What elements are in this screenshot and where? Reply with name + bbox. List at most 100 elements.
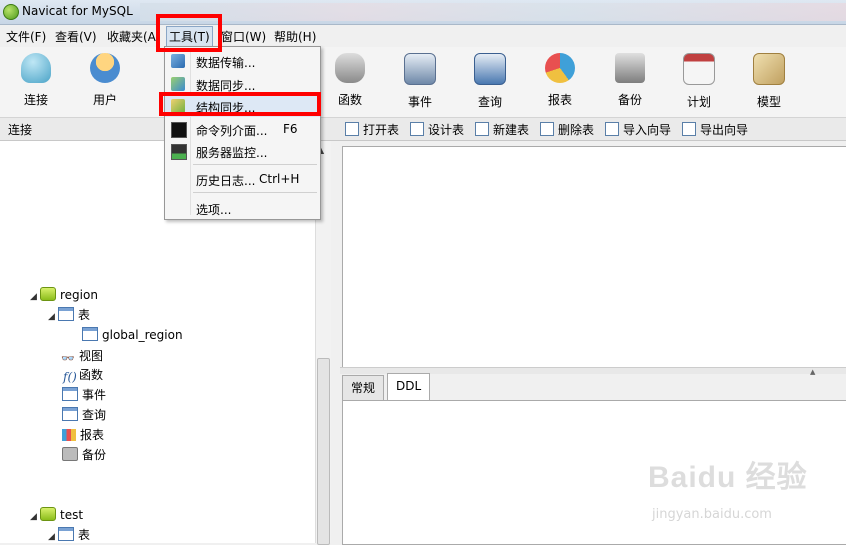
tree-queries-node[interactable]: 查询 xyxy=(62,406,106,423)
design-table-label: 设计表 xyxy=(428,123,465,137)
connection-panel-label: 连接 xyxy=(8,123,33,137)
backup-button[interactable]: 备份 xyxy=(601,53,659,113)
backup-small-icon xyxy=(62,447,78,461)
import-wizard-icon xyxy=(605,122,619,136)
function-label: 函数 xyxy=(337,93,362,107)
event-button[interactable]: 事件 xyxy=(391,53,449,113)
menu-separator xyxy=(193,192,317,193)
menu-window[interactable]: 窗口(W) xyxy=(219,28,268,45)
events-label: 事件 xyxy=(82,388,107,402)
collapse-triangle-icon[interactable]: ◢ xyxy=(30,512,40,522)
tree-table-global-region[interactable]: global_region xyxy=(82,327,183,342)
user-button[interactable]: 用户 xyxy=(76,53,134,113)
connection-label: 连接 xyxy=(23,93,48,107)
menu-item-label: 数据传输... xyxy=(196,56,256,70)
menu-separator xyxy=(193,164,317,165)
new-table-label: 新建表 xyxy=(493,123,530,137)
window-title: Navicat for MySQL xyxy=(22,4,133,18)
model-button[interactable]: 模型 xyxy=(740,53,798,113)
backup-icon xyxy=(615,53,645,83)
design-table-button[interactable]: 设计表 xyxy=(410,121,464,138)
functions-label: 函数 xyxy=(79,368,104,382)
console-icon xyxy=(171,122,187,138)
main-toolbar: 连接 用户 函数 事件 查询 报表 备份 计划 模型 xyxy=(0,47,846,118)
tree-db-region[interactable]: ◢ region xyxy=(30,287,98,302)
model-icon xyxy=(753,53,785,85)
export-wizard-button[interactable]: 导出向导 xyxy=(682,121,748,138)
highlight-structure-sync xyxy=(159,92,321,116)
menu-item-console[interactable]: 命令列介面... F6 xyxy=(165,118,320,140)
reports-label: 报表 xyxy=(80,428,105,442)
menu-item-options[interactable]: 选项... xyxy=(165,197,320,219)
schedule-icon xyxy=(683,53,715,85)
tree-functions-node[interactable]: f() 函数 xyxy=(63,366,104,384)
report-label: 报表 xyxy=(547,93,572,107)
server-monitor-icon xyxy=(171,144,187,160)
function-button[interactable]: 函数 xyxy=(321,53,379,113)
export-wizard-icon xyxy=(682,122,696,136)
menu-item-server-monitor[interactable]: 服务器监控... xyxy=(165,140,320,162)
background-browser-tabs xyxy=(140,3,846,21)
tree-tables-node[interactable]: ◢ 表 xyxy=(48,306,90,323)
object-list-area[interactable] xyxy=(342,146,846,368)
open-table-button[interactable]: 打开表 xyxy=(345,121,399,138)
database-icon xyxy=(40,507,56,521)
connection-icon xyxy=(21,53,51,83)
new-table-icon xyxy=(475,122,489,136)
tables-icon xyxy=(58,527,74,541)
menu-help[interactable]: 帮助(H) xyxy=(272,28,318,45)
splitter-arrow-icon[interactable]: ▲ xyxy=(810,368,815,376)
schedule-button[interactable]: 计划 xyxy=(670,53,728,113)
report-button[interactable]: 报表 xyxy=(531,53,589,113)
baidu-watermark-url: jingyan.baidu.com xyxy=(652,507,772,522)
import-wizard-label: 导入向导 xyxy=(623,123,672,137)
query-button[interactable]: 查询 xyxy=(461,53,519,113)
tree-backups-node[interactable]: 备份 xyxy=(62,446,106,463)
menu-view[interactable]: 查看(V) xyxy=(53,28,99,45)
db-name: region xyxy=(60,288,98,302)
menu-favorites[interactable]: 收藏夹(A) xyxy=(105,28,163,45)
tools-dropdown-menu: 数据传输... 数据同步... 结构同步... 命令列介面... F6 服务器监… xyxy=(164,46,321,220)
export-wizard-label: 导出向导 xyxy=(700,123,749,137)
new-table-button[interactable]: 新建表 xyxy=(475,121,529,138)
tables-label-test: 表 xyxy=(78,528,91,542)
tree-events-node[interactable]: 事件 xyxy=(62,386,106,403)
tab-ddl[interactable]: DDL xyxy=(387,373,431,401)
tree-views-node[interactable]: 👓 视图 xyxy=(61,347,103,365)
model-label: 模型 xyxy=(756,95,781,109)
delete-table-button[interactable]: 删除表 xyxy=(540,121,594,138)
query-label: 查询 xyxy=(477,95,502,109)
function-icon xyxy=(335,53,365,83)
menu-item-shortcut: F6 xyxy=(283,122,298,136)
menu-item-label: 历史日志... xyxy=(196,174,256,188)
table-icon xyxy=(82,327,98,341)
menu-item-data-transfer[interactable]: 数据传输... xyxy=(165,50,320,72)
menu-item-history-log[interactable]: 历史日志... Ctrl+H xyxy=(165,168,320,190)
menu-file[interactable]: 文件(F) xyxy=(4,28,48,45)
tree-tables-node-test[interactable]: ◢ 表 xyxy=(48,526,90,543)
tree-db-test[interactable]: ◢ test xyxy=(30,507,83,522)
backup-label: 备份 xyxy=(617,93,642,107)
highlight-tools-menu xyxy=(156,14,222,52)
event-small-icon xyxy=(62,387,78,401)
collapse-triangle-icon[interactable]: ◢ xyxy=(48,532,58,542)
connection-button[interactable]: 连接 xyxy=(7,53,65,113)
menu-item-label: 服务器监控... xyxy=(196,146,268,160)
report-icon xyxy=(545,53,575,83)
tab-general[interactable]: 常规 xyxy=(342,375,385,400)
import-wizard-button[interactable]: 导入向导 xyxy=(605,121,671,138)
collapse-triangle-icon[interactable]: ◢ xyxy=(30,292,40,302)
open-table-label: 打开表 xyxy=(363,123,400,137)
tree-reports-node[interactable]: 报表 xyxy=(62,426,104,443)
collapse-triangle-icon[interactable]: ◢ xyxy=(48,312,58,322)
query-small-icon xyxy=(62,407,78,421)
user-icon xyxy=(90,53,120,83)
data-transfer-icon xyxy=(171,54,185,68)
queries-label: 查询 xyxy=(82,408,107,422)
table-name: global_region xyxy=(102,328,183,342)
navicat-app-icon xyxy=(3,4,19,20)
schedule-label: 计划 xyxy=(686,95,711,109)
scrollbar-thumb[interactable] xyxy=(317,358,330,545)
design-table-icon xyxy=(410,122,424,136)
function-f-icon: f() xyxy=(63,370,77,384)
